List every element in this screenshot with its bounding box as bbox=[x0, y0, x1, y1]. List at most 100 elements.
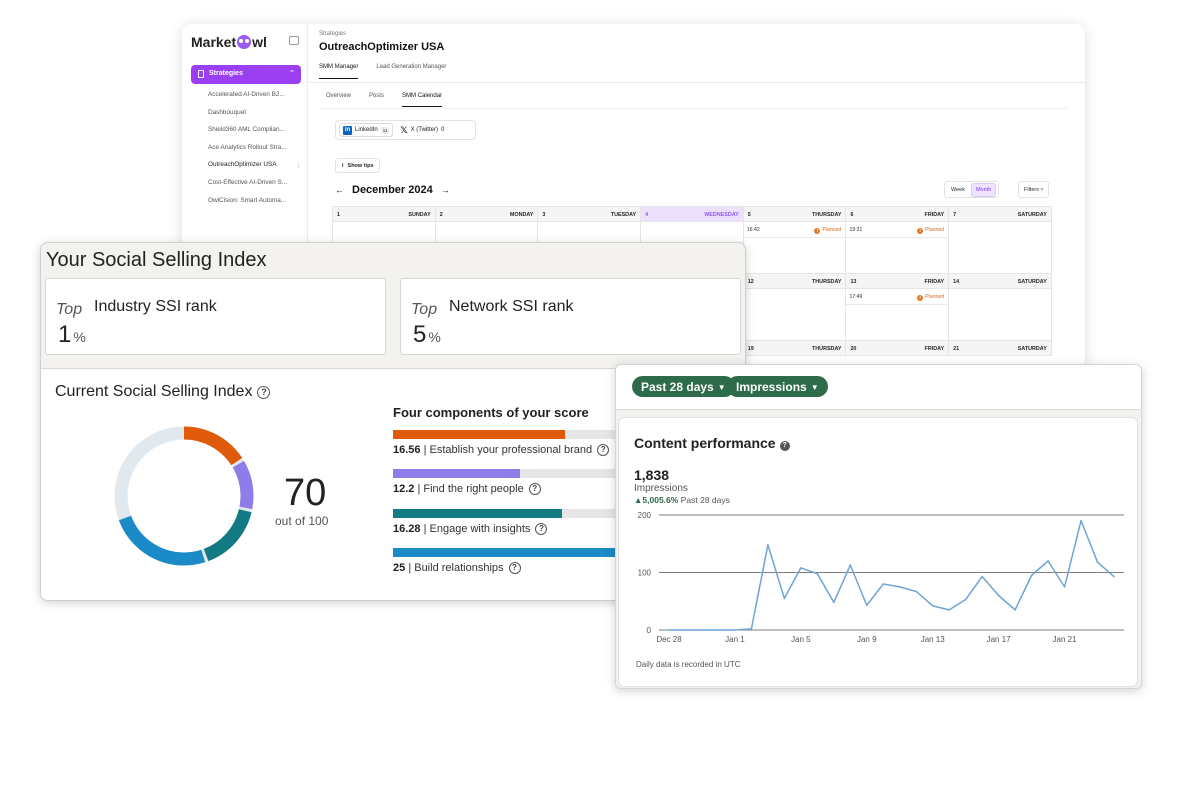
weekday: FRIDAY bbox=[924, 212, 945, 218]
help-icon[interactable]: ? bbox=[779, 441, 790, 451]
data-point bbox=[865, 604, 868, 607]
month-view-button[interactable]: Month bbox=[970, 182, 997, 197]
filters-label: Filters bbox=[1024, 187, 1039, 193]
day-header: 6 FRIDAY bbox=[845, 206, 950, 222]
data-point bbox=[1096, 561, 1099, 563]
tab-overview[interactable]: Overview bbox=[326, 93, 351, 107]
week-view-button[interactable]: Week bbox=[947, 184, 969, 196]
tab-smm-calendar[interactable]: SMM Calendar bbox=[402, 93, 443, 107]
day-number: 12 bbox=[747, 279, 754, 285]
weekday: SATURDAY bbox=[1017, 212, 1047, 218]
day-number: 2 bbox=[439, 212, 443, 218]
day-header: 3 TUESDAY bbox=[537, 206, 642, 222]
day-cell[interactable] bbox=[742, 288, 847, 341]
weekday: FRIDAY bbox=[924, 346, 945, 352]
content-performance-title-text: Content performance bbox=[634, 435, 776, 451]
ssi-score: 70 bbox=[284, 472, 327, 514]
network-rank-value: 5% bbox=[413, 321, 441, 349]
day-number: 7 bbox=[953, 212, 957, 218]
component-label: | Find the right people bbox=[417, 483, 524, 495]
strategy-item[interactable]: OwlCision: Smart Automa... bbox=[208, 197, 304, 215]
strategy-item[interactable]: Shield360 AML Complian... bbox=[208, 126, 304, 144]
day-header: 2 MONDAY bbox=[434, 206, 539, 222]
component-bar-fill bbox=[393, 469, 521, 478]
metric-filter-button[interactable]: Impressions ▼ bbox=[727, 376, 828, 397]
data-point bbox=[849, 564, 852, 566]
ssi-title: Your Social Selling Index bbox=[46, 249, 267, 271]
collapse-sidebar-icon[interactable] bbox=[289, 36, 299, 45]
day-header: 21 SATURDAY bbox=[948, 340, 1052, 356]
network-count: 11 bbox=[380, 126, 390, 134]
component-text: 16.56 | Establish your professional bran… bbox=[393, 444, 653, 456]
component-find-people: 12.2 | Find the right people? bbox=[393, 469, 653, 495]
strategy-item[interactable]: Accelerated AI-Driven B2... bbox=[208, 91, 304, 109]
x-tick-label: Jan 1 bbox=[725, 635, 745, 644]
divider bbox=[319, 108, 1067, 109]
day-cell[interactable] bbox=[948, 288, 1052, 341]
breadcrumb[interactable]: Strategies bbox=[319, 31, 346, 37]
data-point bbox=[816, 572, 819, 575]
strategy-item[interactable]: Ace Analytics Rollout Stra... bbox=[208, 144, 304, 162]
data-point bbox=[684, 629, 687, 631]
strategies-label: Strategies bbox=[209, 70, 243, 77]
help-icon[interactable]: ? bbox=[528, 483, 541, 495]
help-icon[interactable]: ? bbox=[535, 523, 548, 535]
day-cell[interactable]: 16:42 Planned bbox=[742, 221, 847, 274]
tab-smm-manager[interactable]: SMM Manager bbox=[319, 64, 359, 79]
strategies-menu-button[interactable]: Strategies ⌃ bbox=[191, 65, 301, 84]
info-icon: i bbox=[342, 163, 344, 169]
tab-posts[interactable]: Posts bbox=[369, 93, 384, 107]
day-cell[interactable] bbox=[948, 221, 1052, 274]
percent-sign: % bbox=[428, 329, 441, 345]
post-time: 19:31 bbox=[849, 227, 863, 233]
next-month-icon[interactable]: → bbox=[441, 185, 450, 195]
data-point bbox=[964, 598, 967, 601]
more-options-icon[interactable]: ⋮ bbox=[296, 161, 302, 169]
help-icon[interactable]: ? bbox=[508, 562, 521, 574]
day-cell[interactable]: 19:31 Planned bbox=[845, 221, 950, 274]
day-number: 13 bbox=[850, 279, 857, 285]
data-point bbox=[800, 567, 802, 569]
strategy-item[interactable]: Dashbouquet bbox=[208, 109, 304, 127]
day-header: 1 SUNDAY bbox=[332, 206, 436, 222]
prev-month-icon[interactable]: ← bbox=[335, 185, 344, 195]
strategy-item[interactable]: Cost-Effective AI-Driven S... bbox=[208, 179, 304, 197]
component-bar-fill bbox=[393, 509, 562, 518]
day-number: 20 bbox=[850, 346, 857, 352]
scheduled-post[interactable]: 17:49 Planned bbox=[846, 289, 949, 305]
x-tick-label: Jan 9 bbox=[857, 635, 877, 644]
component-text: 12.2 | Find the right people? bbox=[393, 483, 653, 495]
data-point bbox=[931, 605, 934, 607]
strategy-item-active[interactable]: OutreachOptimizer USA ⋮ bbox=[208, 161, 304, 179]
scheduled-post[interactable]: 16:42 Planned bbox=[743, 222, 846, 238]
help-icon[interactable]: ? bbox=[257, 386, 271, 399]
help-icon[interactable]: ? bbox=[597, 444, 610, 456]
clipboard-icon bbox=[198, 70, 204, 78]
data-point bbox=[1080, 519, 1082, 522]
component-build-relationships: 25 | Build relationships? bbox=[393, 548, 653, 574]
day-cell[interactable]: 17:49 Planned bbox=[845, 288, 950, 341]
show-tips-label: Show tips bbox=[347, 163, 374, 169]
weekday: SATURDAY bbox=[1017, 279, 1047, 285]
filter-icon: ▿ bbox=[1040, 187, 1044, 193]
x-network-button[interactable]: 𝕏 X (Twitter) 0 bbox=[397, 123, 447, 137]
data-point bbox=[948, 609, 950, 611]
day-number: 14 bbox=[953, 279, 960, 285]
data-point bbox=[668, 629, 670, 631]
show-tips-button[interactable]: i Show tips bbox=[335, 158, 380, 173]
x-tick-label: Jan 13 bbox=[921, 635, 946, 644]
marketowl-logo[interactable]: Market wl bbox=[191, 34, 267, 50]
period-filter-button[interactable]: Past 28 days ▼ bbox=[632, 376, 735, 397]
day-number: 21 bbox=[953, 346, 960, 352]
component-bar bbox=[393, 548, 653, 557]
filters-button[interactable]: Filters ▿ bbox=[1018, 181, 1050, 198]
day-header: 19 THURSDAY bbox=[742, 340, 847, 356]
network-label: X (Twitter) bbox=[410, 127, 438, 133]
network-selector: in LinkedIn 11 𝕏 X (Twitter) 0 bbox=[335, 120, 476, 140]
scheduled-post[interactable]: 19:31 Planned bbox=[846, 222, 949, 238]
linkedin-network-button[interactable]: in LinkedIn 11 bbox=[339, 123, 394, 137]
content-performance-card: Content performance? 1,838 Impressions ▲… bbox=[618, 417, 1138, 687]
component-bar bbox=[393, 430, 653, 439]
tab-lead-generation-manager[interactable]: Lead Generation Manager bbox=[376, 64, 446, 79]
x-tick-label: Jan 21 bbox=[1053, 635, 1078, 644]
